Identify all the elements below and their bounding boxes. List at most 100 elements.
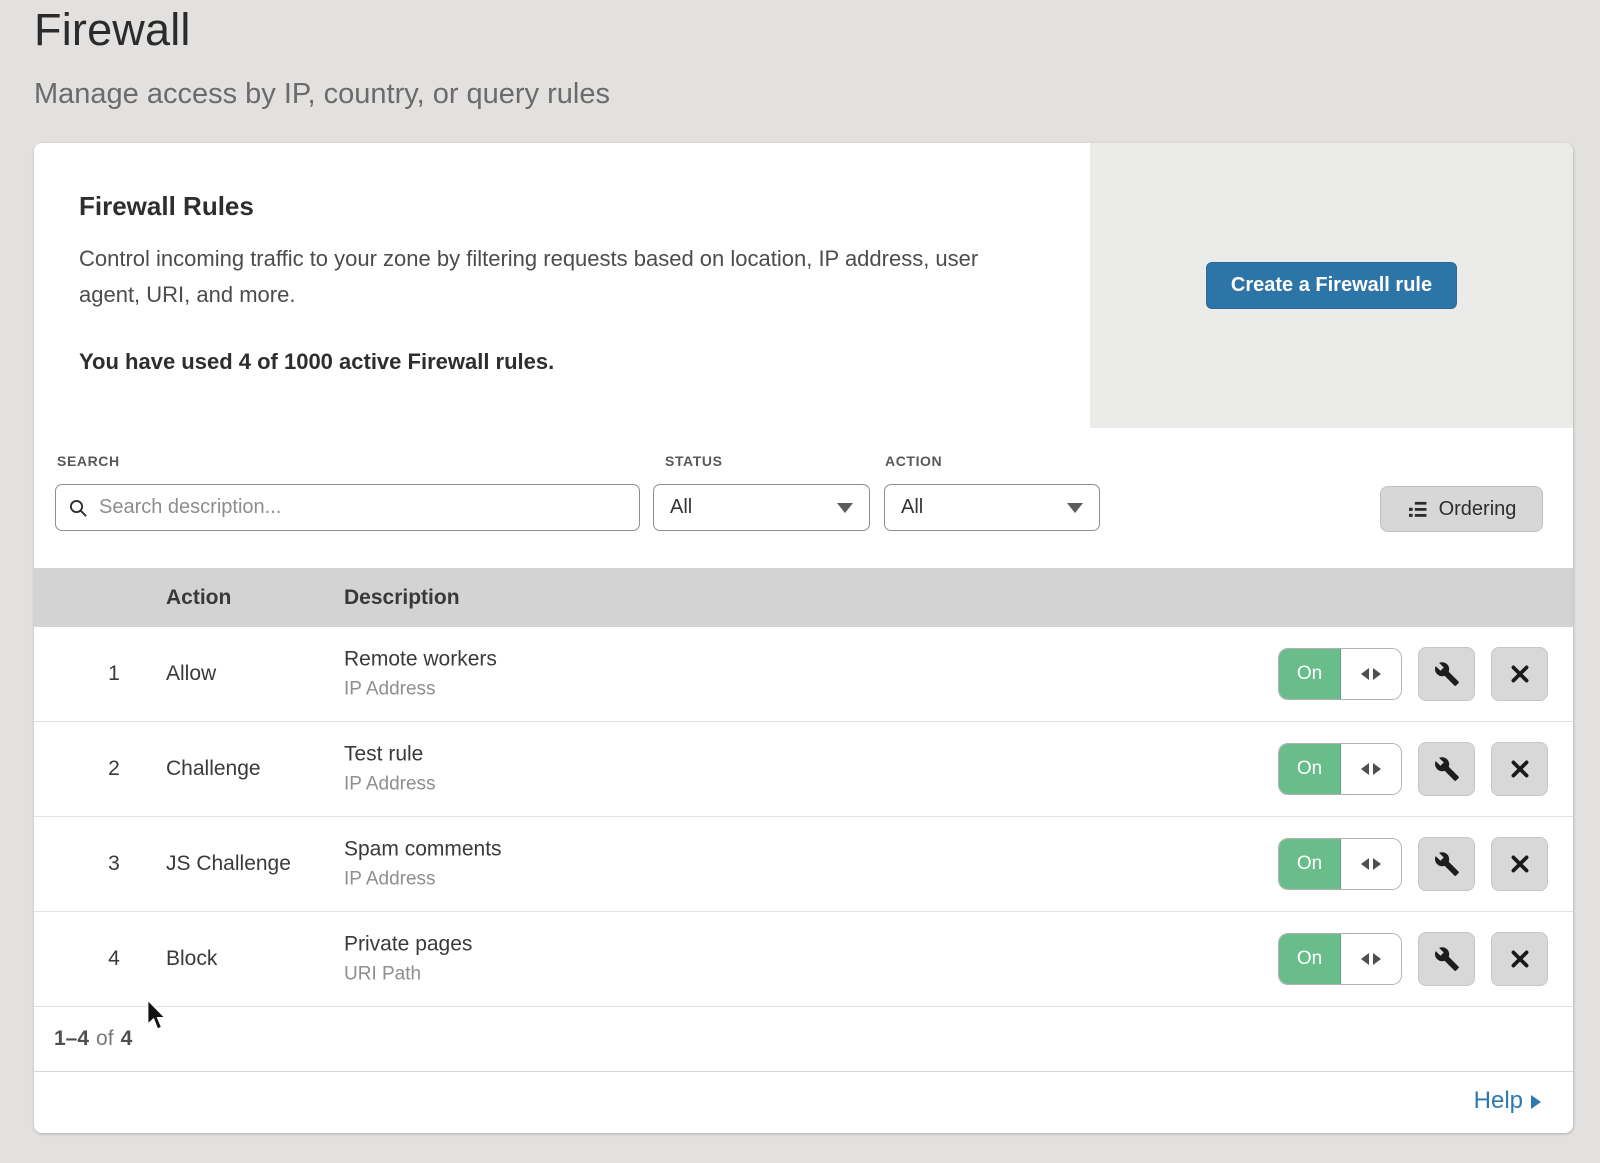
delete-rule-button[interactable] [1491, 742, 1548, 796]
chevron-right-icon [1531, 1095, 1541, 1109]
table-row: 4 Block Private pages URI Path On [34, 912, 1573, 1007]
rule-priority: 4 [94, 947, 134, 971]
chevron-down-icon [837, 503, 853, 513]
rule-match-type: IP Address [344, 679, 497, 701]
rule-description: Test rule [344, 743, 436, 767]
chevron-down-icon [1067, 503, 1083, 513]
rule-description-cell: Test rule IP Address [344, 743, 436, 796]
pagination-row: 1–4 of 4 [34, 1007, 1573, 1072]
rules-table-body: 1 Allow Remote workers IP Address On [34, 627, 1573, 1007]
toggle-handle[interactable] [1341, 934, 1401, 984]
search-icon [68, 498, 88, 518]
row-controls: On [1278, 742, 1548, 796]
rule-match-type: IP Address [344, 774, 436, 796]
help-link[interactable]: Help [1474, 1087, 1541, 1115]
rule-description: Private pages [344, 933, 472, 957]
toggle-on-label: On [1279, 934, 1341, 984]
toggle-on-label: On [1279, 839, 1341, 889]
rule-action: JS Challenge [166, 852, 291, 876]
ordered-list-icon [1407, 500, 1429, 519]
close-icon [1509, 758, 1531, 780]
rule-action: Challenge [166, 757, 261, 781]
row-controls: On [1278, 932, 1548, 986]
toggle-handle[interactable] [1341, 839, 1401, 889]
table-row: 1 Allow Remote workers IP Address On [34, 627, 1573, 722]
edit-rule-button[interactable] [1418, 647, 1475, 701]
row-controls: On [1278, 837, 1548, 891]
arrow-left-icon [1361, 953, 1369, 965]
search-box [55, 484, 640, 531]
action-select[interactable]: All [884, 484, 1100, 531]
arrow-left-icon [1361, 858, 1369, 870]
arrow-left-icon [1361, 763, 1369, 775]
rule-description: Remote workers [344, 648, 497, 672]
rule-match-type: IP Address [344, 869, 502, 891]
table-row: 3 JS Challenge Spam comments IP Address … [34, 817, 1573, 912]
rule-enabled-toggle[interactable]: On [1278, 838, 1402, 890]
row-controls: On [1278, 647, 1548, 701]
search-label: SEARCH [57, 453, 120, 469]
rule-enabled-toggle[interactable]: On [1278, 743, 1402, 795]
intro-description: Control incoming traffic to your zone by… [79, 241, 1044, 313]
edit-rule-button[interactable] [1418, 742, 1475, 796]
rule-priority: 2 [94, 757, 134, 781]
table-header: Action Description [34, 568, 1573, 627]
toggle-handle[interactable] [1341, 744, 1401, 794]
rule-match-type: URI Path [344, 964, 472, 986]
action-label: ACTION [885, 453, 942, 469]
delete-rule-button[interactable] [1491, 932, 1548, 986]
toggle-handle[interactable] [1341, 649, 1401, 699]
arrow-left-icon [1361, 668, 1369, 680]
column-header-description: Description [344, 586, 460, 610]
close-icon [1509, 663, 1531, 685]
filter-bar: SEARCH STATUS All ACTION All Ordering [34, 428, 1573, 568]
intro-section: Firewall Rules Control incoming traffic … [34, 143, 1573, 428]
rule-description-cell: Remote workers IP Address [344, 648, 497, 701]
create-rule-panel: Create a Firewall rule [1090, 143, 1573, 428]
close-icon [1509, 948, 1531, 970]
ordering-button-label: Ordering [1439, 498, 1517, 521]
rule-description: Spam comments [344, 838, 502, 862]
create-firewall-rule-button[interactable]: Create a Firewall rule [1206, 262, 1457, 309]
arrow-right-icon [1373, 763, 1381, 775]
arrow-right-icon [1373, 668, 1381, 680]
wrench-icon [1434, 851, 1460, 877]
action-select-value: All [901, 496, 923, 519]
status-select-value: All [670, 496, 692, 519]
pagination-total: 4 [121, 1027, 133, 1051]
rule-priority: 1 [94, 662, 134, 686]
edit-rule-button[interactable] [1418, 837, 1475, 891]
page-title: Firewall [34, 4, 191, 56]
delete-rule-button[interactable] [1491, 837, 1548, 891]
arrow-right-icon [1373, 858, 1381, 870]
help-link-label: Help [1474, 1087, 1523, 1115]
wrench-icon [1434, 661, 1460, 687]
toggle-on-label: On [1279, 744, 1341, 794]
rule-priority: 3 [94, 852, 134, 876]
status-label: STATUS [665, 453, 723, 469]
rule-action: Block [166, 947, 217, 971]
table-row: 2 Challenge Test rule IP Address On [34, 722, 1573, 817]
pagination-range: 1–4 [54, 1027, 89, 1051]
column-header-action: Action [166, 586, 231, 610]
help-row: Help [34, 1072, 1573, 1129]
ordering-button[interactable]: Ordering [1380, 486, 1543, 532]
rule-enabled-toggle[interactable]: On [1278, 933, 1402, 985]
delete-rule-button[interactable] [1491, 647, 1548, 701]
usage-summary: You have used 4 of 1000 active Firewall … [79, 349, 554, 375]
arrow-right-icon [1373, 953, 1381, 965]
edit-rule-button[interactable] [1418, 932, 1475, 986]
close-icon [1509, 853, 1531, 875]
rule-action: Allow [166, 662, 216, 686]
search-input[interactable] [97, 495, 627, 520]
wrench-icon [1434, 756, 1460, 782]
rule-enabled-toggle[interactable]: On [1278, 648, 1402, 700]
rule-description-cell: Spam comments IP Address [344, 838, 502, 891]
status-select[interactable]: All [653, 484, 870, 531]
toggle-on-label: On [1279, 649, 1341, 699]
intro-heading: Firewall Rules [79, 191, 254, 222]
pagination-of: of [96, 1027, 114, 1051]
wrench-icon [1434, 946, 1460, 972]
firewall-rules-card: Firewall Rules Control incoming traffic … [34, 143, 1573, 1133]
page-subtitle: Manage access by IP, country, or query r… [34, 78, 610, 111]
